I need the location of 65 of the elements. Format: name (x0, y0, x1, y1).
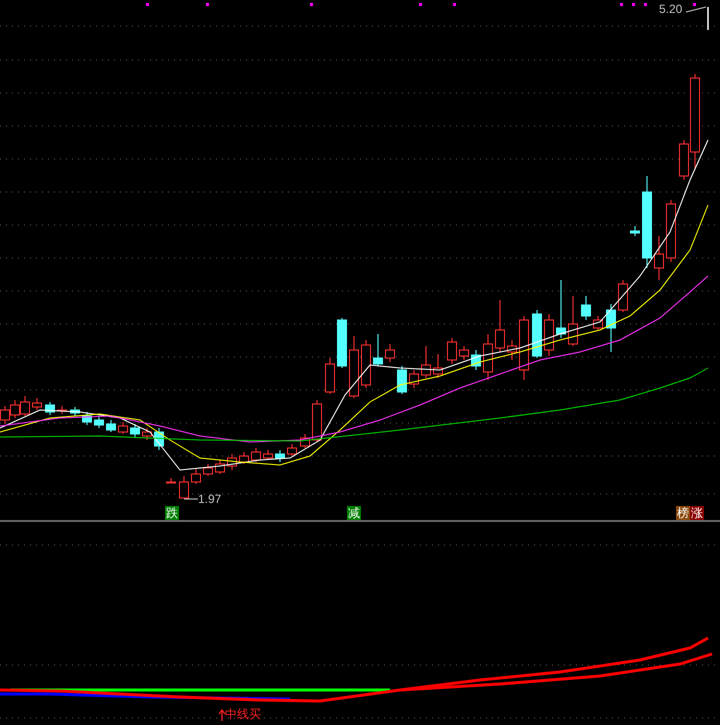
signal-tag: 跌 (165, 506, 179, 520)
price-marker-line (707, 7, 709, 30)
candlestick (421, 346, 431, 378)
signal-tag: 涨 (690, 506, 704, 520)
candlestick (593, 316, 603, 330)
candlestick (312, 400, 322, 442)
high-price-label: 5.20 (659, 3, 682, 15)
candlestick (544, 314, 554, 356)
candlestick (45, 402, 55, 416)
candlestick (118, 422, 128, 434)
candlestick (191, 468, 201, 484)
candlestick (397, 366, 407, 394)
candlestick (581, 296, 591, 320)
candlestick (337, 318, 347, 368)
candlestick (94, 416, 104, 428)
candlestick (361, 340, 371, 388)
candlestick (568, 296, 578, 346)
low-price-leader-line (184, 498, 198, 500)
candlestick (287, 444, 297, 456)
candlestick (106, 420, 116, 432)
low-price-label: 1.97 (198, 493, 222, 505)
candlestick (215, 460, 225, 474)
candlestick (263, 450, 273, 460)
candlestick (556, 280, 566, 338)
candlestick (459, 346, 469, 360)
candlestick (532, 310, 542, 358)
candlestick (10, 400, 20, 418)
candlestick (20, 396, 30, 416)
up-arrow-icon (218, 709, 226, 722)
candlestick (142, 428, 152, 440)
candlestick (239, 452, 249, 464)
candlestick (130, 424, 140, 438)
candlestick (325, 358, 335, 394)
candlestick (654, 236, 664, 280)
candlestick (251, 448, 261, 462)
candlestick (300, 434, 310, 448)
candlestick (606, 304, 616, 352)
candlestick (154, 428, 164, 450)
candlestick (349, 336, 359, 398)
candlestick (483, 334, 493, 380)
candlestick (519, 316, 529, 380)
candlestick (373, 334, 383, 366)
candlestick (385, 344, 395, 362)
candlestick (471, 350, 481, 370)
candlestick (179, 476, 189, 498)
candlestick (630, 226, 640, 236)
candlestick (57, 406, 67, 414)
candlestick (275, 450, 285, 462)
candlestick (495, 300, 505, 352)
high-price-leader-line (686, 6, 706, 12)
candlestick (166, 478, 176, 484)
candlestick (82, 412, 92, 426)
candlestick (507, 340, 517, 360)
signal-tag: 榜 (676, 506, 690, 520)
candlestick (32, 398, 42, 410)
candlestick (203, 464, 213, 476)
candlestick (447, 338, 457, 364)
candlestick (666, 200, 676, 262)
candlestick (409, 370, 419, 388)
candlestick (618, 280, 628, 312)
signal-tag: 减 (347, 506, 361, 520)
candlestick (433, 354, 443, 378)
buy-signal-label: 中线买 (225, 708, 261, 720)
candlestick (227, 454, 237, 470)
candlestick (70, 406, 80, 416)
